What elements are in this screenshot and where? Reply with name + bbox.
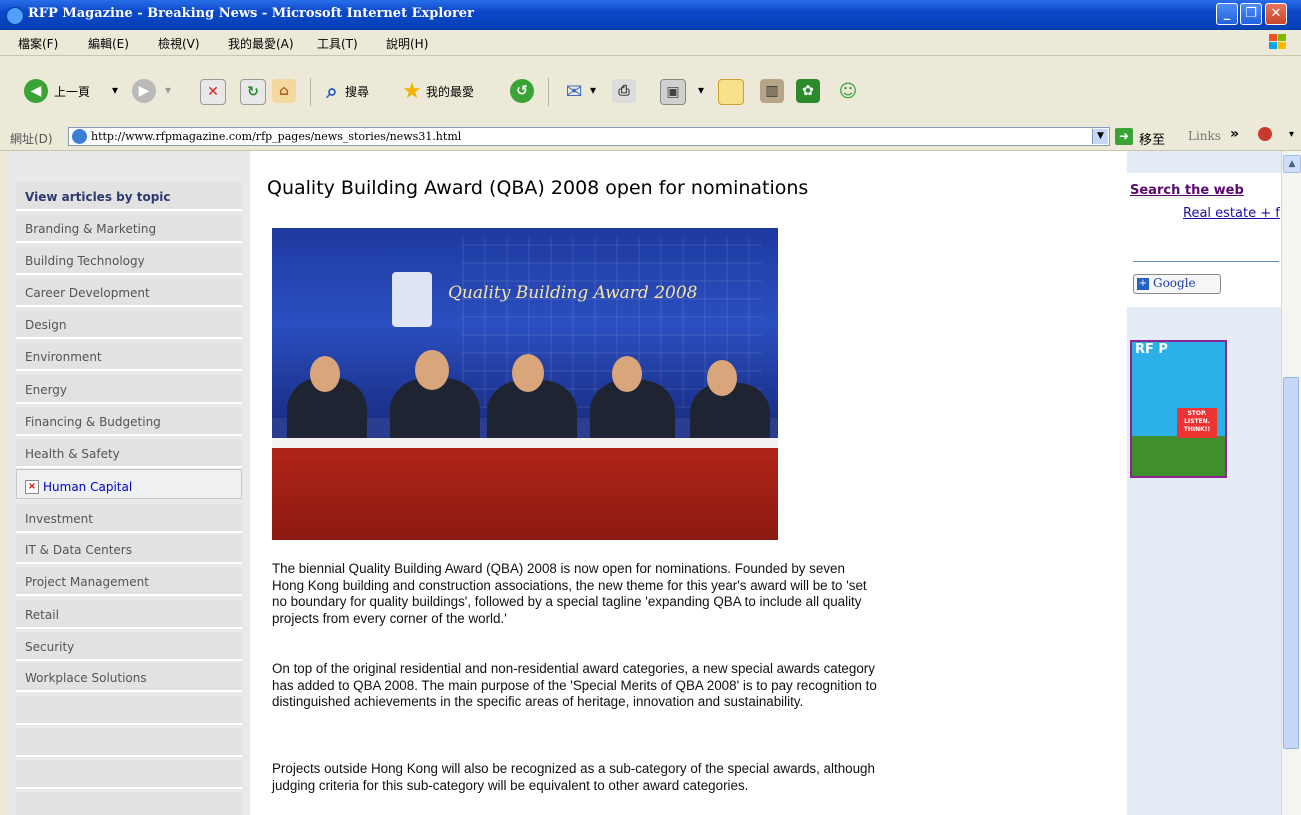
back-arrow-icon[interactable]: ◀ [24, 79, 48, 103]
toolbar: ◀ 上一頁 ▾ ▶ ▾ ✕ ↻ ⌂ ⌕ 搜尋 ★ 我的最愛 ↺ ✉ ▾ ⎙ ▣ … [0, 56, 1301, 125]
sidebar-header: View articles by topic [16, 182, 242, 211]
back-label[interactable]: 上一頁 [54, 83, 90, 100]
home-icon[interactable]: ⌂ [272, 79, 296, 103]
windows-logo-icon [1269, 34, 1287, 50]
favorites-label[interactable]: 我的最愛 [426, 83, 474, 100]
magazine-cover-ad[interactable]: RF P STOP. LISTEN. THINK!! [1130, 340, 1227, 478]
qba-logo-icon [392, 272, 432, 327]
edit-icon[interactable]: ▣ [660, 79, 686, 105]
sidebar-item-building-technology[interactable]: Building Technology [16, 246, 242, 275]
print-icon[interactable]: ⎙ [612, 79, 636, 103]
address-bar: 網址(D) http://www.rfpmagazine.com/rfp_pag… [0, 124, 1301, 151]
menu-favorites[interactable]: 我的最愛(A) [228, 35, 294, 52]
magazine-logo: RF P [1135, 342, 1168, 357]
menu-tools[interactable]: 工具(T) [317, 35, 358, 52]
search-icon[interactable]: ⌕ [320, 79, 344, 103]
sidebar-item-health-safety[interactable]: Health & Safety [16, 439, 242, 468]
go-arrow-icon[interactable]: ➜ [1115, 128, 1133, 145]
contacts-icon[interactable]: ☺ [836, 79, 860, 103]
sidebar-empty-slot [16, 792, 242, 815]
sidebar-empty-slot [16, 696, 242, 725]
sidebar-item-financing[interactable]: Financing & Budgeting [16, 407, 242, 436]
refresh-icon[interactable]: ↻ [240, 79, 266, 105]
address-url[interactable]: http://www.rfpmagazine.com/rfp_pages/new… [91, 130, 461, 143]
article-photo: Quality Building Award 2008 [272, 228, 778, 540]
search-field-line[interactable] [1133, 261, 1279, 262]
search-label[interactable]: 搜尋 [345, 83, 369, 100]
chevron-more-icon[interactable]: » [1230, 126, 1239, 142]
favorites-star-icon[interactable]: ★ [400, 79, 424, 104]
article-title: Quality Building Award (QBA) 2008 open f… [267, 177, 809, 199]
sidebar-item-it-data-centers[interactable]: IT & Data Centers [16, 535, 242, 564]
messenger-icon[interactable]: ✿ [796, 79, 820, 103]
scroll-up-arrow-icon[interactable]: ▲ [1283, 155, 1301, 173]
web-search-box: Search the web Real estate + f + Google [1127, 173, 1281, 307]
window-title: RFP Magazine - Breaking News - Microsoft… [28, 6, 474, 21]
forward-dropdown-icon[interactable]: ▾ [165, 83, 171, 97]
article-paragraph-2: On top of the original residential and n… [272, 661, 877, 709]
mail-dropdown-icon[interactable]: ▾ [590, 83, 596, 97]
toolbar-dropdown-icon[interactable]: ▾ [1289, 129, 1294, 140]
menu-help[interactable]: 說明(H) [386, 35, 428, 52]
article-paragraph-1: The biennial Quality Building Award (QBA… [272, 561, 867, 626]
close-button[interactable]: ✕ [1265, 3, 1287, 25]
sidebar-empty-slot [16, 728, 242, 757]
discuss-icon[interactable] [718, 79, 744, 105]
broken-image-icon: × [25, 480, 39, 494]
links-button[interactable]: Links [1188, 129, 1221, 143]
history-icon[interactable]: ↺ [510, 79, 534, 103]
menu-edit[interactable]: 編輯(E) [88, 35, 129, 52]
scrollbar-thumb[interactable] [1283, 377, 1299, 749]
address-input[interactable]: http://www.rfpmagazine.com/rfp_pages/new… [68, 127, 1110, 146]
photo-banner-text: Quality Building Award 2008 [448, 283, 698, 303]
plus-icon: + [1137, 278, 1149, 290]
address-dropdown-icon[interactable]: ▼ [1092, 129, 1108, 144]
sidebar-item-investment[interactable]: Investment [16, 504, 242, 533]
window-titlebar[interactable]: RFP Magazine - Breaking News - Microsoft… [0, 0, 1301, 30]
magazine-sign-text: STOP. LISTEN. THINK!! [1177, 408, 1217, 438]
page-content: View articles by topic Branding & Market… [8, 151, 1281, 815]
sidebar-item-security[interactable]: Security [16, 632, 242, 661]
article-paragraph-3: Projects outside Hong Kong will also be … [272, 761, 875, 793]
search-the-web-link[interactable]: Search the web [1130, 183, 1244, 198]
restore-button[interactable]: ❐ [1240, 3, 1262, 25]
vertical-scrollbar[interactable]: ▲ [1281, 151, 1301, 815]
stop-icon[interactable]: ✕ [200, 79, 226, 105]
page-icon [72, 129, 87, 144]
sidebar-item-retail[interactable]: Retail [16, 600, 242, 629]
sidebar-item-project-management[interactable]: Project Management [16, 567, 242, 596]
sidebar-item-energy[interactable]: Energy [16, 375, 242, 404]
address-label: 網址(D) [10, 132, 53, 146]
mail-icon[interactable]: ✉ [562, 79, 586, 103]
sidebar-item-human-capital[interactable]: × Human Capital [16, 469, 242, 499]
sidebar-item-branding[interactable]: Branding & Marketing [16, 214, 242, 243]
go-button[interactable]: 移至 [1139, 129, 1165, 148]
sidebar-empty-slot [16, 760, 242, 789]
menu-file[interactable]: 檔案(F) [18, 35, 58, 52]
google-button[interactable]: + Google [1133, 274, 1221, 294]
search-query-link[interactable]: Real estate + f [1183, 206, 1280, 221]
menubar: 檔案(F) 編輯(E) 檢視(V) 我的最愛(A) 工具(T) 說明(H) [0, 30, 1301, 56]
research-icon[interactable]: ▥ [760, 79, 784, 103]
topic-sidebar: View articles by topic Branding & Market… [8, 151, 250, 815]
sidebar-item-career[interactable]: Career Development [16, 278, 242, 307]
sidebar-item-workplace[interactable]: Workplace Solutions [16, 663, 242, 692]
right-sidebar: Search the web Real estate + f + Google … [1127, 151, 1281, 815]
back-dropdown-icon[interactable]: ▾ [112, 83, 118, 97]
sidebar-item-design[interactable]: Design [16, 310, 242, 339]
ie-icon [6, 7, 24, 25]
translate-icon[interactable] [1258, 127, 1272, 141]
sidebar-item-environment[interactable]: Environment [16, 342, 242, 371]
edit-dropdown-icon[interactable]: ▾ [698, 83, 704, 97]
minimize-button[interactable]: _ [1216, 3, 1238, 25]
menu-view[interactable]: 檢視(V) [158, 35, 200, 52]
forward-arrow-icon[interactable]: ▶ [132, 79, 156, 103]
